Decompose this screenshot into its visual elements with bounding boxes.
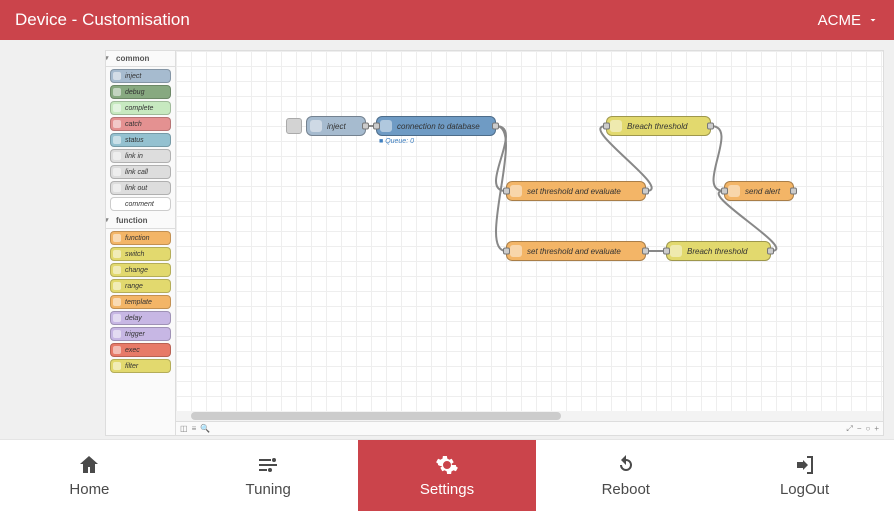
output-port[interactable] xyxy=(492,123,499,130)
output-port[interactable] xyxy=(642,248,649,255)
palette-node-link-in[interactable]: link in xyxy=(110,149,171,163)
reboot-icon xyxy=(614,453,638,477)
palette-node-link-call[interactable]: link call xyxy=(110,165,171,179)
nav-reboot[interactable]: Reboot xyxy=(536,440,715,511)
org-name: ACME xyxy=(818,12,861,29)
palette-node-debug[interactable]: debug xyxy=(110,85,171,99)
zoom-fit-button[interactable]: ○ xyxy=(865,424,870,434)
palette-node-function[interactable]: function xyxy=(110,231,171,245)
palette-node-filter[interactable]: filter xyxy=(110,359,171,373)
palette-node-delay[interactable]: delay xyxy=(110,311,171,325)
palette-node-catch[interactable]: catch xyxy=(110,117,171,131)
node-status: Queue: 0 xyxy=(379,138,414,145)
palette-category-function[interactable]: function xyxy=(106,213,175,229)
chevron-down-icon xyxy=(867,14,879,26)
input-port[interactable] xyxy=(503,188,510,195)
flow-node-inject[interactable]: inject xyxy=(306,116,366,136)
input-port[interactable] xyxy=(603,123,610,130)
flow-node-bt2[interactable]: Breach threshold xyxy=(666,241,771,261)
input-port[interactable] xyxy=(721,188,728,195)
scrollbar-thumb[interactable] xyxy=(191,412,561,420)
output-port[interactable] xyxy=(790,188,797,195)
nav-label: Settings xyxy=(420,481,474,498)
palette-node-exec[interactable]: exec xyxy=(110,343,171,357)
palette-node-trigger[interactable]: trigger xyxy=(110,327,171,341)
nav-settings[interactable]: Settings xyxy=(358,440,537,511)
flow-node-eval1[interactable]: set threshold and evaluate xyxy=(506,181,646,201)
wire-bt1-alert[interactable] xyxy=(711,126,724,191)
palette-category-label: common xyxy=(116,54,149,63)
logout-icon xyxy=(793,453,817,477)
flow-node-bt1[interactable]: Breach threshold xyxy=(606,116,711,136)
palette-node-range[interactable]: range xyxy=(110,279,171,293)
palette-node-link-out[interactable]: link out xyxy=(110,181,171,195)
palette-category-common[interactable]: common xyxy=(106,51,175,67)
palette-node-comment[interactable]: comment xyxy=(110,197,171,211)
nav-map-button[interactable]: ◫ xyxy=(180,424,188,433)
header-bar: Device - Customisation ACME xyxy=(0,0,894,40)
nav-logout[interactable]: LogOut xyxy=(715,440,894,511)
nav-home[interactable]: Home xyxy=(0,440,179,511)
org-dropdown[interactable]: ACME xyxy=(818,12,879,29)
wire-db-eval1[interactable] xyxy=(496,126,506,191)
nav-list-button[interactable]: ≡ xyxy=(192,424,197,433)
output-port[interactable] xyxy=(707,123,714,130)
zoom-out-button[interactable]: − xyxy=(857,424,862,434)
output-port[interactable] xyxy=(767,248,774,255)
settings-icon xyxy=(435,453,459,477)
nav-tuning[interactable]: Tuning xyxy=(179,440,358,511)
output-port[interactable] xyxy=(362,123,369,130)
palette-node-inject[interactable]: inject xyxy=(110,69,171,83)
zoom-reset-button[interactable]: ⤢ xyxy=(846,424,852,434)
nav-label: Reboot xyxy=(602,481,650,498)
palette-node-template[interactable]: template xyxy=(110,295,171,309)
flow-canvas[interactable]: inject connection to databaseQueue: 0 Brea… xyxy=(176,51,883,435)
flow-editor: common inject debug complete catch status link… xyxy=(105,50,884,436)
nav-label: Home xyxy=(69,481,109,498)
palette-category-label: function xyxy=(116,216,148,225)
canvas-wrap: inject connection to databaseQueue: 0 Brea… xyxy=(176,51,883,435)
output-port[interactable] xyxy=(642,188,649,195)
palette-node-status[interactable]: status xyxy=(110,133,171,147)
bottom-nav: Home Tuning Settings Reboot LogOut xyxy=(0,439,894,511)
search-button[interactable]: 🔍 xyxy=(200,424,210,433)
flow-node-db[interactable]: connection to databaseQueue: 0 xyxy=(376,116,496,136)
palette-node-switch[interactable]: switch xyxy=(110,247,171,261)
node-palette[interactable]: common inject debug complete catch status link… xyxy=(106,51,176,435)
inject-trigger-button[interactable] xyxy=(286,118,302,134)
input-port[interactable] xyxy=(503,248,510,255)
palette-node-complete[interactable]: complete xyxy=(110,101,171,115)
input-port[interactable] xyxy=(663,248,670,255)
nav-label: LogOut xyxy=(780,481,829,498)
tuning-icon xyxy=(256,453,280,477)
nav-label: Tuning xyxy=(246,481,291,498)
horizontal-scrollbar[interactable] xyxy=(176,411,883,421)
home-icon xyxy=(77,453,101,477)
flow-node-alert[interactable]: send alert xyxy=(724,181,794,201)
flow-node-eval2[interactable]: set threshold and evaluate xyxy=(506,241,646,261)
zoom-in-button[interactable]: + xyxy=(874,424,879,434)
input-port[interactable] xyxy=(373,123,380,130)
page-title: Device - Customisation xyxy=(15,10,190,30)
palette-node-change[interactable]: change xyxy=(110,263,171,277)
canvas-footer: ◫ ≡ 🔍 ⤢ − ○ + xyxy=(176,421,883,435)
